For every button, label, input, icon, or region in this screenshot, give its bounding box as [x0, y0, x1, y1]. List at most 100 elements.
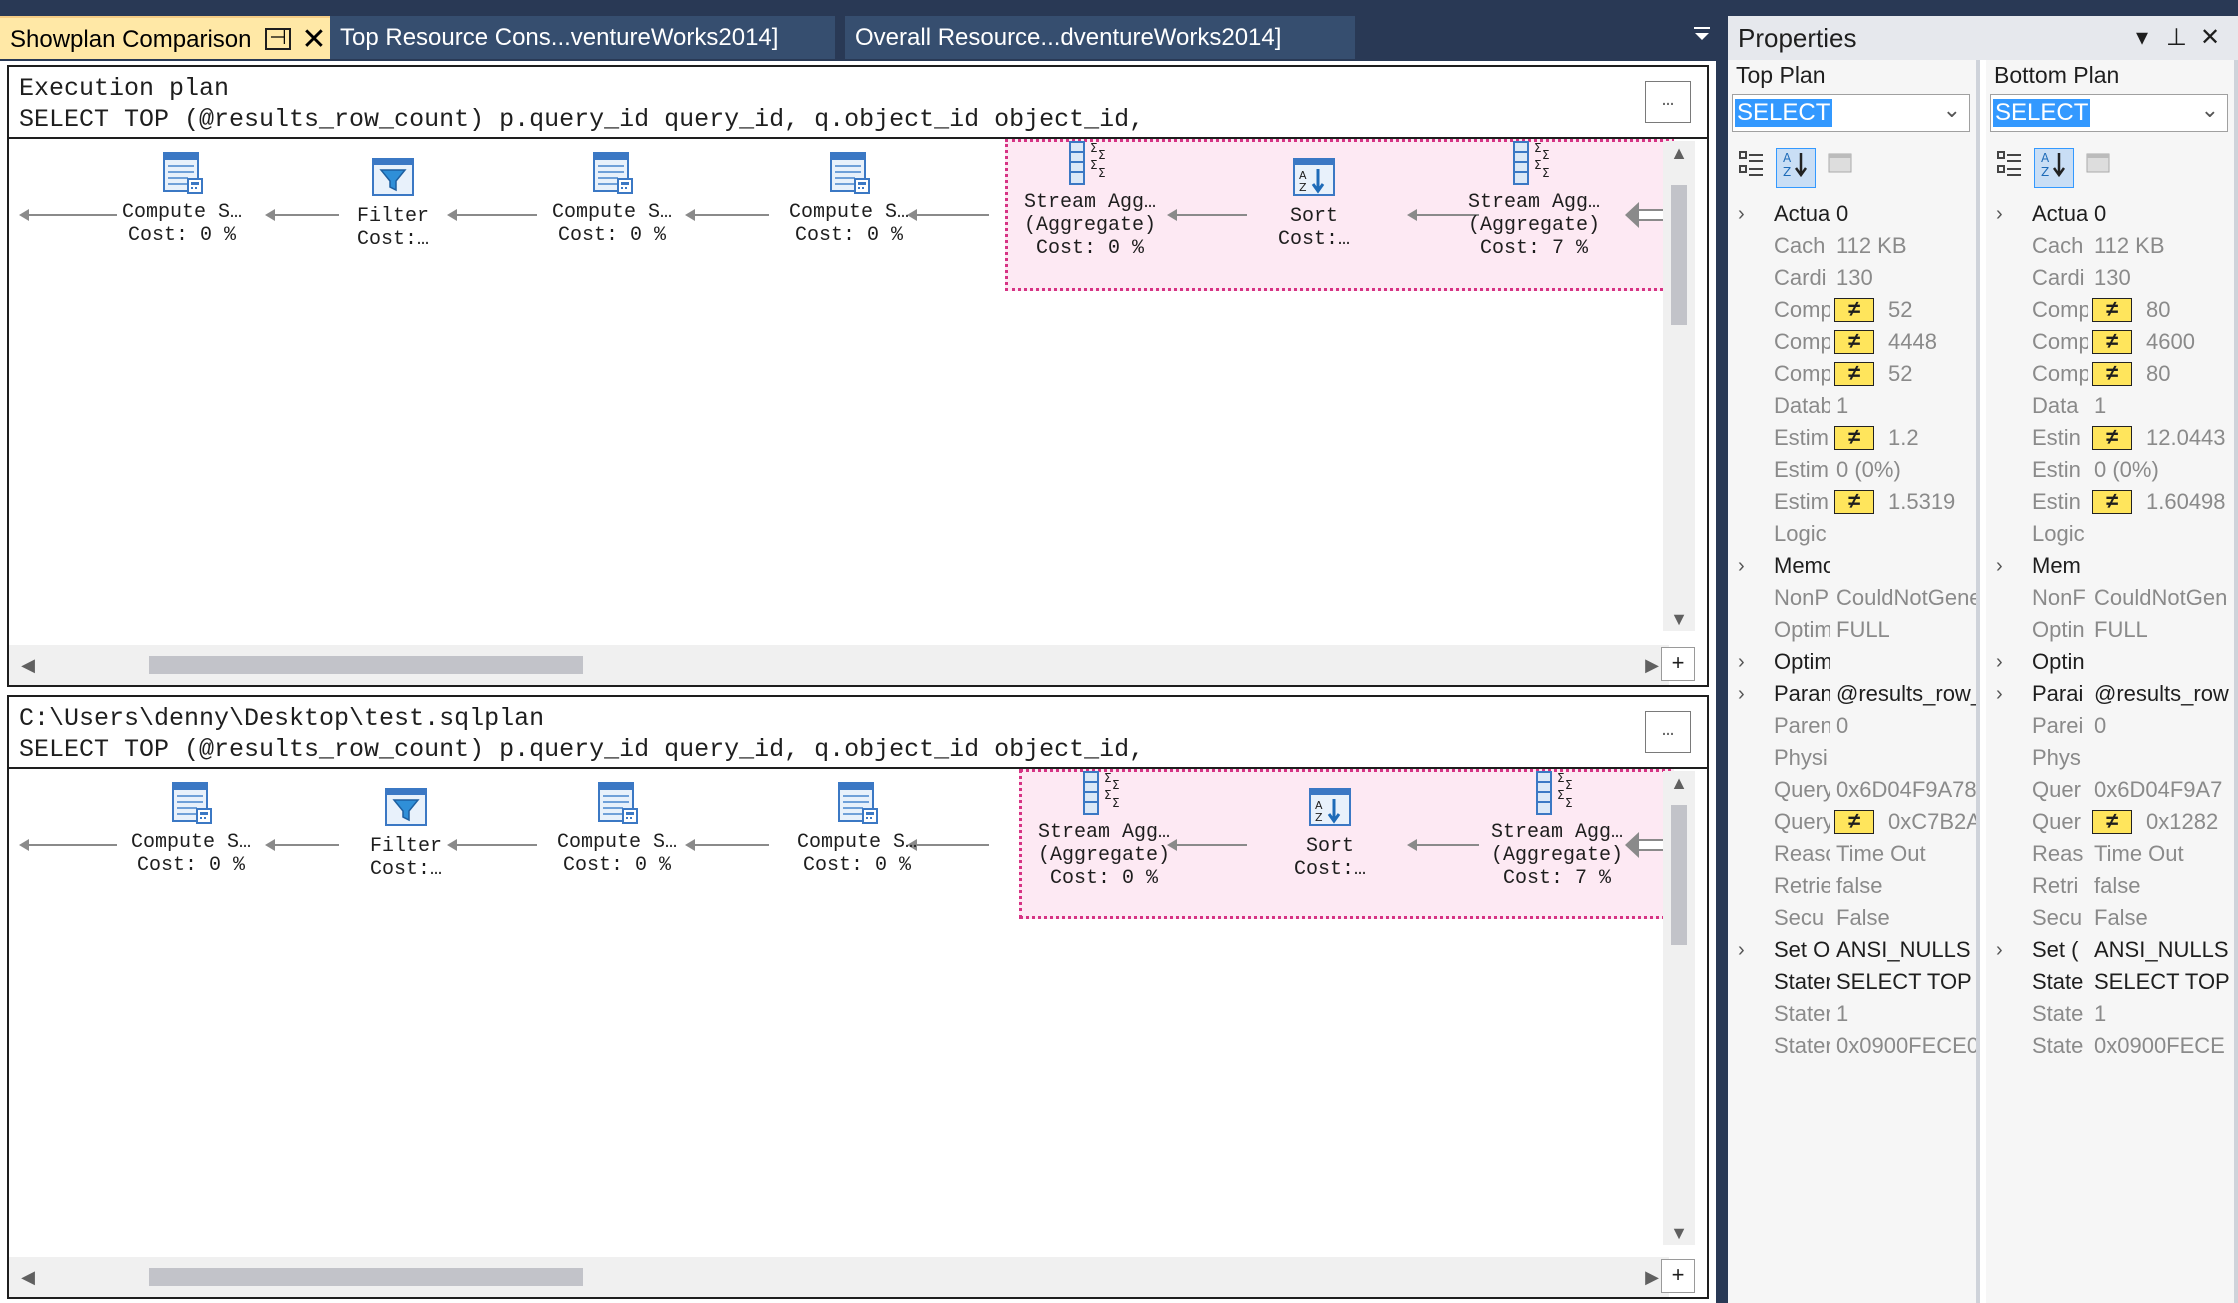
property-row[interactable]: Stater SELECT TOP [1728, 966, 1976, 998]
expand-chevron-icon[interactable]: › [1738, 198, 1758, 230]
property-row[interactable]: Query ≠ 0xC7B2A [1728, 806, 1976, 838]
property-row[interactable]: Retrie false [1728, 870, 1976, 902]
property-row[interactable]: Estin ≠ 1.60498 [1986, 486, 2234, 518]
property-row[interactable]: ReascTime Out [1728, 838, 1976, 870]
plan-operator[interactable]: Σ Σ Σ Σ Stream Agg… (Aggregate) Cost: 0 % [990, 139, 1190, 260]
property-row[interactable]: Estim ≠ 1.2 [1728, 422, 1976, 454]
pin-icon[interactable]: ⊣ [265, 28, 291, 50]
property-row[interactable]: › Optin [1986, 646, 2234, 678]
close-icon[interactable]: ✕ [300, 18, 328, 61]
property-row[interactable]: Comp ≠ 4600 [1986, 326, 2234, 358]
property-row[interactable]: Logic [1728, 518, 1976, 550]
expand-chevron-icon[interactable]: › [1738, 646, 1758, 678]
chevron-down-icon[interactable]: ⌄ [2201, 97, 2219, 123]
property-row[interactable]: Stater 0x0900FECE0 [1728, 1030, 1976, 1062]
property-row[interactable]: Parei 0 [1986, 710, 2234, 742]
plan-operator[interactable]: Σ Σ Σ Σ Stream Agg… (Aggregate) Cost: 7 % [1457, 769, 1657, 890]
scroll-up-icon[interactable]: ▲ [1663, 771, 1695, 795]
tab-overall-resource[interactable]: Overall Resource...dventureWorks2014] [845, 16, 1355, 59]
scroll-left-icon[interactable]: ◀ [13, 645, 43, 685]
plan-operator[interactable]: A Z Sort Cost:… [1214, 153, 1414, 251]
property-row[interactable]: Comp ≠ 80 [1986, 294, 2234, 326]
property-row[interactable]: Estim 0 (0%) [1728, 454, 1976, 486]
property-row[interactable]: › Mem [1986, 550, 2234, 582]
property-row[interactable]: Optin FULL [1986, 614, 2234, 646]
horizontal-scrollbar[interactable]: ◀ ▶ [9, 1257, 1669, 1297]
property-row[interactable]: › Memo [1728, 550, 1976, 582]
scroll-thumb[interactable] [149, 1268, 583, 1286]
plan-operator[interactable]: Filter Cost:… [306, 783, 506, 881]
property-row[interactable]: State SELECT TOP [1986, 966, 2234, 998]
property-row[interactable]: Secu False [1986, 902, 2234, 934]
scroll-down-icon[interactable]: ▼ [1663, 607, 1695, 631]
object-selector[interactable]: SELECT ⌄ [1732, 94, 1970, 132]
plan-operator[interactable]: Compute S… Cost: 0 % [91, 779, 291, 877]
tab-top-resource[interactable]: Top Resource Cons...ventureWorks2014] [330, 16, 835, 59]
property-row[interactable]: Data 1 [1986, 390, 2234, 422]
expand-chevron-icon[interactable]: › [1738, 678, 1758, 710]
expand-chevron-icon[interactable]: › [1996, 646, 2016, 678]
property-row[interactable]: State 1 [1986, 998, 2234, 1030]
plan-operator[interactable]: Compute S… Cost: 0 % [517, 779, 717, 877]
property-row[interactable]: Estim ≠ 1.5319 [1728, 486, 1976, 518]
vertical-scrollbar[interactable]: ▲ ▼ [1663, 771, 1695, 1245]
expand-chevron-icon[interactable]: › [1738, 550, 1758, 582]
property-row[interactable]: Estin 0 (0%) [1986, 454, 2234, 486]
plan-operator[interactable]: Compute S… Cost: 0 % [512, 149, 712, 247]
categorized-icon[interactable] [1732, 148, 1772, 188]
alphabetical-sort-icon[interactable]: AZ [1776, 148, 1816, 188]
expand-chevron-icon[interactable]: › [1738, 934, 1758, 966]
scroll-up-icon[interactable]: ▲ [1663, 141, 1695, 165]
expand-chevron-icon[interactable]: › [1996, 550, 2016, 582]
property-row[interactable]: Comp ≠ 80 [1986, 358, 2234, 390]
property-row[interactable]: State 0x0900FECE [1986, 1030, 2234, 1062]
scroll-left-icon[interactable]: ◀ [13, 1257, 43, 1297]
property-row[interactable]: › Set (ANSI_NULLS [1986, 934, 2234, 966]
scroll-thumb[interactable] [1671, 185, 1687, 325]
chevron-down-icon[interactable]: ⌄ [1943, 97, 1961, 123]
property-row[interactable]: Cach 112 KB [1728, 230, 1976, 262]
property-row[interactable]: Comp ≠ 4448 [1728, 326, 1976, 358]
property-pages-icon[interactable] [2078, 148, 2118, 188]
property-row[interactable]: › Optim [1728, 646, 1976, 678]
property-row[interactable]: › Paran @results_row_ [1728, 678, 1976, 710]
property-row[interactable]: NonF CouldNotGen [1986, 582, 2234, 614]
property-row[interactable]: Phys [1986, 742, 2234, 774]
horizontal-scrollbar[interactable]: ◀ ▶ [9, 645, 1669, 685]
property-row[interactable]: Quer 0x6D04F9A7 [1986, 774, 2234, 806]
property-pages-icon[interactable] [1820, 148, 1860, 188]
property-row[interactable]: Logic [1986, 518, 2234, 550]
property-row[interactable]: Physi [1728, 742, 1976, 774]
plan-operator[interactable]: Filter Cost:… [293, 153, 493, 251]
scroll-thumb[interactable] [149, 656, 583, 674]
zoom-navigate-button[interactable]: + [1661, 647, 1695, 681]
property-row[interactable]: › Actua 0 [1986, 198, 2234, 230]
expand-chevron-icon[interactable]: › [1996, 198, 2016, 230]
property-row[interactable]: › Set O ANSI_NULLS [1728, 934, 1976, 966]
plan-operator[interactable]: Compute S… Cost: 0 % [82, 149, 282, 247]
property-row[interactable]: Retri false [1986, 870, 2234, 902]
property-row[interactable]: Cach 112 KB [1986, 230, 2234, 262]
property-row[interactable]: Quer ≠ 0x1282 [1986, 806, 2234, 838]
query-text-expand-button[interactable]: … [1645, 711, 1691, 753]
categorized-icon[interactable] [1990, 148, 2030, 188]
scroll-down-icon[interactable]: ▼ [1663, 1221, 1695, 1245]
close-icon[interactable]: ✕ [2200, 16, 2220, 60]
auto-hide-pin-icon[interactable]: ⊥ [2166, 16, 2187, 60]
window-position-dropdown-icon[interactable]: ▾ [2136, 16, 2148, 60]
plan-operator[interactable]: Compute S… Cost: 0 % [757, 779, 957, 877]
plan-operator[interactable]: Σ Σ Σ Σ Stream Agg… (Aggregate) Cost: 7 % [1434, 139, 1634, 260]
scroll-thumb[interactable] [1671, 805, 1687, 945]
property-row[interactable]: Optim FULL [1728, 614, 1976, 646]
property-row[interactable]: Paren 0 [1728, 710, 1976, 742]
property-row[interactable]: Query 0x6D04F9A78 [1728, 774, 1976, 806]
property-row[interactable]: Comp ≠ 52 [1728, 358, 1976, 390]
property-row[interactable]: NonP CouldNotGene [1728, 582, 1976, 614]
property-row[interactable]: Cardi 130 [1986, 262, 2234, 294]
property-row[interactable]: Comp ≠ 52 [1728, 294, 1976, 326]
vertical-scrollbar[interactable]: ▲ ▼ [1663, 141, 1695, 631]
tab-showplan-comparison[interactable]: Showplan Comparison ⊣ ✕ [0, 16, 330, 59]
property-row[interactable]: Cardi 130 [1728, 262, 1976, 294]
plan-operator[interactable]: A Z Sort Cost:… [1230, 783, 1430, 881]
property-row[interactable]: Datab 1 [1728, 390, 1976, 422]
